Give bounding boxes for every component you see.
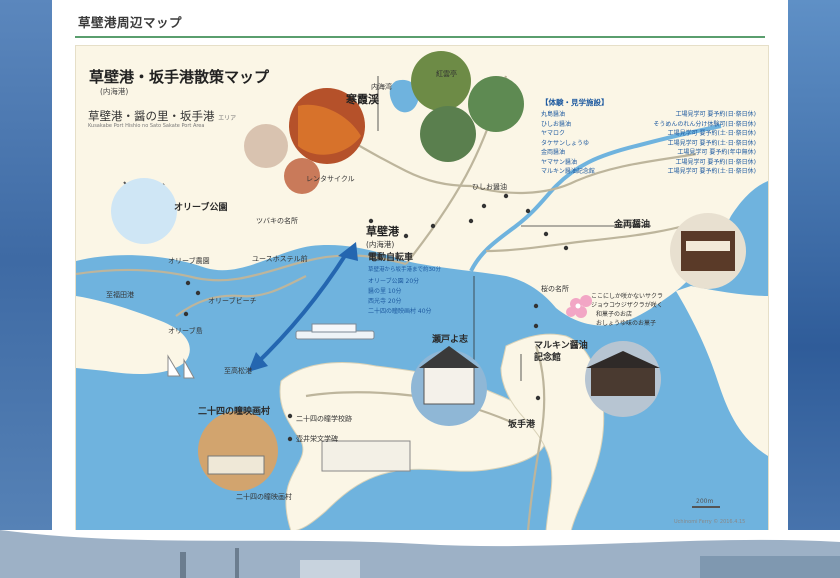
background-right [788,0,840,578]
area-name-text: 草壁港・醤の里・坂手港 [88,109,215,123]
facility-item[interactable]: ヤマロク 工場見学可 要予約(土·日·祭日休) [541,129,756,139]
facility-item[interactable]: 金両醤油 工場見学可 要予約(年中無休) [541,148,756,158]
label-sakura-note1: ここにしか咲かないサクラ [591,293,664,300]
map-subtitle: (内海港) [100,87,129,96]
map-title: 草壁港・坂手港散策マップ [89,68,270,86]
label-wagashi1: 和菓子のお店 [596,311,633,318]
label-school: 二十四の瞳学校跡 [296,415,352,423]
label-bicycle-note5: 二十四の瞳映画村 40分 [368,308,432,315]
label-hishio: ひしお醤油 [472,183,507,191]
label-bicycle: 電動自転車 [368,253,414,263]
label-cycle: レンタサイクル [306,175,355,183]
nijushi-bus [207,455,265,475]
label-youth: ユースホステル前 [252,255,308,263]
scale-bar [692,506,720,508]
label-bicycle-note1: 草壁港から坂手港まで約30分 [368,267,441,273]
photo-maple [244,124,288,168]
label-kankakei[interactable]: 寒霞渓 [346,94,379,105]
facility-item[interactable]: タケサンしょうゆ 工場見学可 要予約(土·日·祭日休) [541,139,756,149]
area-tag: エリア [218,115,237,122]
photo-kankakei-ropeway [411,51,471,111]
label-bicycle-note3: 醤の里 10分 [368,288,402,295]
facility-name: 丸島醤油 [541,111,566,118]
label-setoyoshi[interactable]: 瀬戸よ志 [432,336,468,345]
facility-note: そうめんのれん分け体験可(日·祭日休) [653,120,756,128]
setoyoshi-building [423,365,475,405]
label-kusakabe-port[interactable]: 草壁港 [366,226,399,237]
label-kankake-rope: 紅雲亭 [436,70,457,78]
area-name: 草壁港・醤の里・坂手港 エリア [88,108,236,124]
label-olive-farm: オリーブ農園 [168,257,210,265]
kinryo-sign [686,241,730,251]
label-tonosho: 至福田港 [106,291,134,299]
label-uchinomi: 内海湾 [371,83,392,91]
label-sakura-note2: ジョウコウジザクラが咲く [591,302,663,309]
facility-item[interactable]: マルキン醤油記念館 工場見学可 要予約(土·日·祭日休) [541,167,756,177]
label-marukin-2: 記念館 [534,353,562,363]
photo-nijushi [198,411,278,491]
facility-item[interactable]: 丸島醤油 工場見学可 要予約(日·祭日休) [541,110,756,120]
photo-olive-park [111,178,177,244]
label-sakura: 桜の名所 [541,285,569,293]
facility-name: マルキン醤油記念館 [541,168,595,175]
ferry-boat-cabin [311,323,357,333]
label-tsuboi: 壺井栄文学碑 [296,435,338,443]
facility-heading: 【体験・見学施設】 [541,98,609,107]
walking-map[interactable]: 草壁港・坂手港散策マップ (内海港) 草壁港・醤の里・坂手港 エリア Kusak… [75,45,769,532]
facility-note: 工場見学可 要予約(日·祭日休) [675,158,757,166]
facility-note: 工場見学可 要予約(土·日·祭日休) [667,130,756,137]
facility-name: 金両醤油 [541,149,566,156]
label-olive-park[interactable]: オリーブ公園 [174,204,227,213]
label-marukin[interactable]: マルキン醤油 [534,342,588,351]
facility-item[interactable]: ヤマサン醤油 工場見学可 要予約(日·祭日休) [541,158,756,168]
map-credit: Uchinomi Ferry © 2016.4.15 [674,519,746,525]
facility-note: 工場見学可 要予約(土·日·祭日休) [667,168,756,175]
facility-name: ひしお醤油 [541,120,572,128]
background-left [0,0,52,578]
scale-label: 200m [696,498,714,505]
label-kinryo[interactable]: 金両醤油 [614,221,650,230]
facility-name: タケサンしょうゆ [541,139,590,147]
section-title: 草壁港周辺マップ [78,15,183,30]
label-bicycle-note4: 西光寺 20分 [368,298,402,305]
label-takamatsu: 至高松港 [224,367,252,375]
cherry-blossom-icon [566,295,592,318]
bottom-wave-graphic [0,530,840,578]
label-tsubaki: ツバキの名所 [256,217,298,225]
facility-name: ヤマロク [541,130,566,137]
section-divider [75,36,765,38]
area-romaji: Kusakabe Port Hishio no Sato Sakate Port… [88,123,205,129]
facility-note: 工場見学可 要予約(年中無休) [677,149,756,156]
label-olive-beach: オリーブビーチ [208,297,257,305]
photo-lake [420,106,476,162]
label-bicycle-note2: オリーブ公園 20分 [368,278,420,285]
facility-note: 工場見学可 要予約(土·日·祭日休) [667,139,756,147]
label-kusakabe-port-sub: (内海港) [366,240,395,249]
facility-name: ヤマサン醤油 [541,158,578,166]
photo-mountain [468,76,524,132]
label-nijushi-small: 二十四の瞳映画村 [236,493,292,501]
facility-item[interactable]: ひしお醤油 そうめんのれん分け体験可(日·祭日休) [541,120,756,130]
label-olive-hotel: オリーブ島 [168,327,203,335]
label-nijushi[interactable]: 二十四の瞳映画村 [198,408,270,417]
marukin-building [591,366,655,396]
bottom-photo-strip [0,530,840,578]
facility-list: 【体験・見学施設】 丸島醤油 工場見学可 要予約(日·祭日休) ひしお醤油 そうめん… [541,97,756,177]
monument-illustration [321,440,411,472]
facility-note: 工場見学可 要予約(日·祭日休) [675,111,757,118]
label-wagashi2: おしょうゆ味のお菓子 [596,320,657,327]
label-sakate[interactable]: 坂手港 [508,421,535,430]
